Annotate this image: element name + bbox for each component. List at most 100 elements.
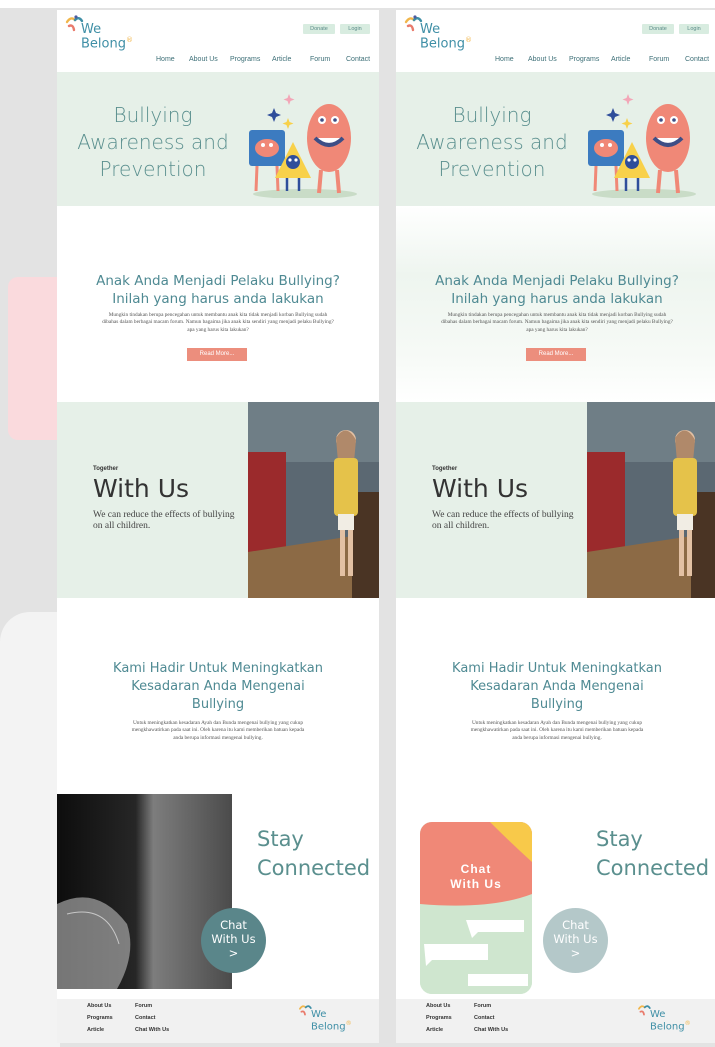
hero-title: Bullying Awareness and Prevention [77,103,229,181]
together-kicker: Together [432,466,458,472]
article-excerpt: Mungkin tindakan berupa pencegahan untuk… [441,312,673,333]
mission-title: Kami Hadir Untuk Meningkatkan Kesadaran … [452,661,662,712]
login-button[interactable]: Login [679,24,709,34]
article-title: Anak Anda Menjadi Pelaku Bullying? Inila… [435,273,679,307]
footer-logo[interactable]: We Belong® [297,1003,367,1039]
donate-button[interactable]: Donate [303,24,335,34]
logo-registered-mark: ® [464,36,472,44]
together-section: Together With Us We can reduce the effec… [57,402,379,598]
nav-forum[interactable]: Forum [649,56,669,63]
together-kicker: Together [93,466,119,472]
mission-text: Untuk meningkatkan kesadaran Ayah dan Bu… [470,720,644,741]
chat-label-line1: Chat [220,918,247,932]
mission-title: Kami Hadir Untuk Meningkatkan Kesadaran … [113,661,323,712]
article-section: Anak Anda Menjadi Pelaku Bullying? Inila… [57,206,379,402]
logo-text-we: We [81,22,102,37]
hero-title: Bullying Awareness and Prevention [416,103,568,181]
donate-button[interactable]: Donate [642,24,674,34]
nav-article[interactable]: Article [272,56,291,63]
chat-label-line2: With Us [553,932,598,946]
chat-with-us-button[interactable]: Chat With Us > [543,908,608,973]
chat-phone-mockup[interactable]: Chat With Us [420,822,532,994]
mission-section: Kami Hadir Untuk Meningkatkan Kesadaran … [57,598,379,794]
footer-link-about[interactable]: About Us [426,1003,450,1009]
site-header: We Belong® Donate Login Home About Us Pr… [396,10,715,72]
login-button[interactable]: Login [340,24,370,34]
site-footer: About Us Programs Article Forum Contact … [396,999,715,1043]
footer-logo-belong: Belong® [311,1020,352,1032]
together-title: With Us [432,474,529,503]
brand-logo[interactable]: We Belong® [402,14,472,60]
girl-photo [587,402,715,598]
together-section: Together With Us We can reduce the effec… [396,402,715,598]
footer-link-forum[interactable]: Forum [135,1003,152,1009]
chat-with-us-button[interactable]: Chat With Us > [201,908,266,973]
logo-registered-mark: ® [125,36,133,44]
footer-logo-we: We [650,1009,666,1020]
logo-text-belong-word: Belong [81,36,126,52]
logo-text-belong: Belong® [420,36,472,51]
read-more-button[interactable]: Read More... [187,348,247,361]
logo-text-belong-word: Belong [420,36,465,52]
together-text: We can reduce the effects of bullying on… [432,510,574,531]
footer-logo-belong-word: Belong [311,1021,346,1033]
nav-contact[interactable]: Contact [346,56,370,63]
page-frame-2: We Belong® Donate Login Home About Us Pr… [396,10,715,1043]
footer-link-article[interactable]: Article [426,1027,443,1033]
chat-label-line2: With Us [211,932,256,946]
footer-logo-belong-word: Belong [650,1021,685,1033]
mission-section: Kami Hadir Untuk Meningkatkan Kesadaran … [396,598,715,794]
footer-registered-mark: ® [345,1020,352,1027]
footer-link-programs[interactable]: Programs [87,1015,113,1021]
site-header: We Belong® Donate Login Home About Us Pr… [57,10,379,72]
footer-logo-we: We [311,1009,327,1020]
footer-link-chat[interactable]: Chat With Us [474,1027,508,1033]
chat-phone-graphic [420,822,532,994]
nav-programs[interactable]: Programs [230,56,260,63]
phone-chat-line2: With Us [450,877,502,891]
article-title: Anak Anda Menjadi Pelaku Bullying? Inila… [96,273,340,307]
nav-about-us[interactable]: About Us [528,56,557,63]
decorative-pink-shape [8,277,58,440]
stay-connected-title: Stay Connected [596,827,710,880]
chat-label-line1: Chat [562,918,589,932]
footer-link-contact[interactable]: Contact [135,1015,155,1021]
phone-chat-line1: Chat [460,862,492,876]
nav-about-us[interactable]: About Us [189,56,218,63]
page-frame-1: We Belong® Donate Login Home About Us Pr… [57,10,379,1043]
decorative-white-shape [0,612,60,1047]
footer-registered-mark: ® [684,1020,691,1027]
nav-article[interactable]: Article [611,56,630,63]
footer-link-article[interactable]: Article [87,1027,104,1033]
footer-link-chat[interactable]: Chat With Us [135,1027,169,1033]
footer-link-programs[interactable]: Programs [426,1015,452,1021]
article-excerpt: Mungkin tindakan berupa pencegahan untuk… [102,312,334,333]
together-title: With Us [93,474,190,503]
chevron-right-icon: > [228,946,239,960]
nav-contact[interactable]: Contact [685,56,709,63]
footer-link-contact[interactable]: Contact [474,1015,494,1021]
logo-text-we: We [420,22,441,37]
hero-section: Bullying Awareness and Prevention [57,72,379,206]
phone-chat-title: Chat With Us [420,862,532,892]
site-footer: About Us Programs Article Forum Contact … [57,999,379,1043]
read-more-button[interactable]: Read More... [526,348,586,361]
girl-photo [248,402,379,598]
nav-forum[interactable]: Forum [310,56,330,63]
logo-text-belong: Belong® [81,36,133,51]
hero-section: Bullying Awareness and Prevention [396,72,715,206]
chevron-right-icon: > [570,946,581,960]
stay-connected-title: Stay Connected [257,827,371,880]
footer-logo[interactable]: We Belong® [636,1003,706,1039]
article-section: Anak Anda Menjadi Pelaku Bullying? Inila… [396,206,715,402]
footer-link-about[interactable]: About Us [87,1003,111,1009]
footer-link-forum[interactable]: Forum [474,1003,491,1009]
nav-home[interactable]: Home [495,56,514,63]
footer-logo-belong: Belong® [650,1020,691,1032]
together-text: We can reduce the effects of bullying on… [93,510,235,531]
nav-programs[interactable]: Programs [569,56,599,63]
nav-home[interactable]: Home [156,56,175,63]
hero-characters-illustration [249,94,357,198]
brand-logo[interactable]: We Belong® [63,14,133,60]
mission-text: Untuk meningkatkan kesadaran Ayah dan Bu… [131,720,305,741]
